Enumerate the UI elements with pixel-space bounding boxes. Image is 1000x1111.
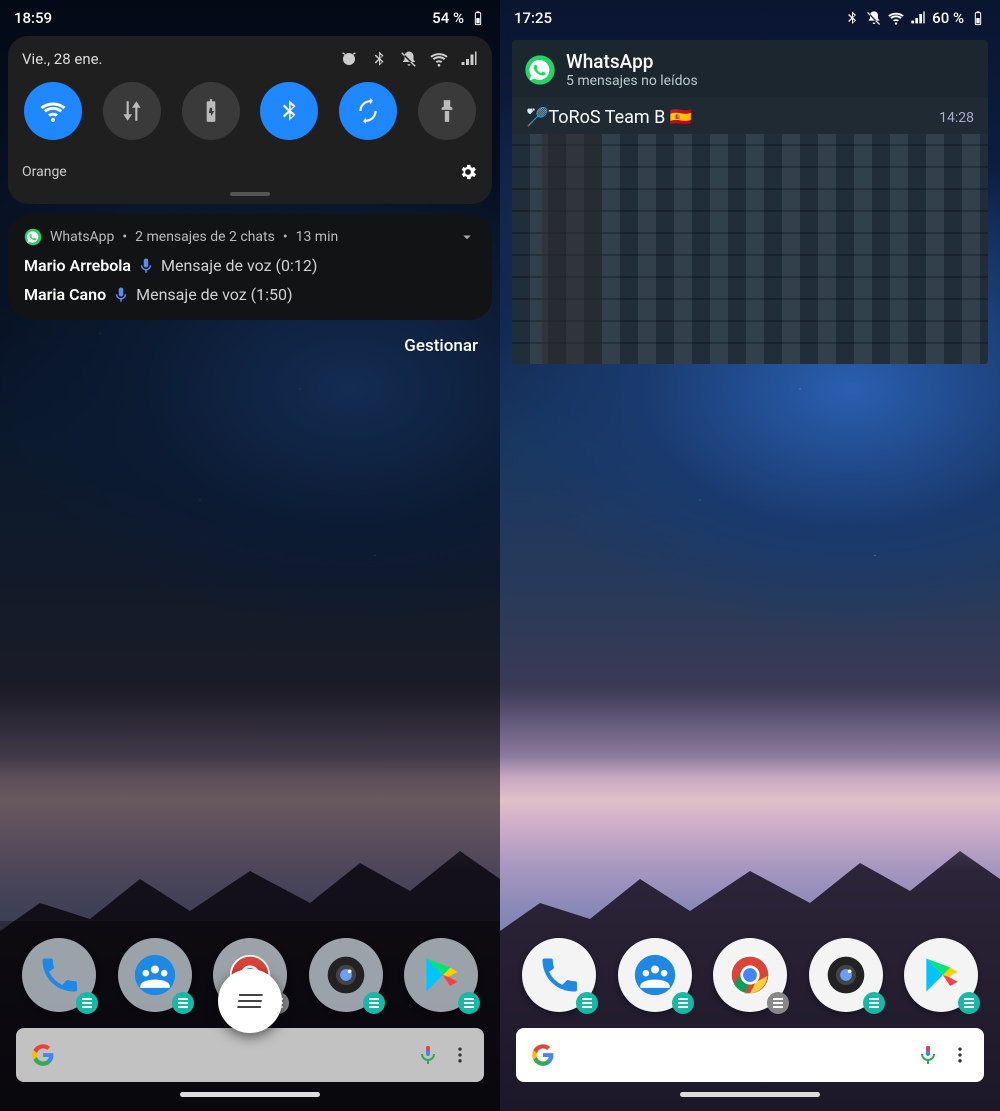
qs-tile-data[interactable] [103,82,161,140]
notif-summary: 2 mensajes de 2 chats [135,229,275,245]
work-badge-icon [76,992,98,1014]
work-badge-icon [363,992,385,1014]
status-battery-text: 54 % [432,9,464,27]
bluetooth-status-icon [844,10,860,26]
notif-line-2: Maria Cano Mensaje de voz (1:50) [24,285,476,304]
notification-clear-button[interactable] [218,969,282,1033]
voice-search-icon[interactable] [916,1043,940,1067]
bluetooth-status-icon [370,50,388,68]
dnd-icon [866,10,882,26]
status-battery-text: 60 % [932,9,964,27]
qs-tile-wifi[interactable] [24,82,82,140]
work-badge-icon [172,992,194,1014]
alarm-icon [340,50,358,68]
carrier-label: Orange [22,164,67,180]
search-bar[interactable] [16,1028,484,1082]
manage-button[interactable]: Gestionar [0,320,500,356]
battery-icon [470,10,486,26]
work-badge-icon [576,992,598,1014]
app-camera[interactable] [309,938,383,1012]
settings-icon[interactable] [458,162,478,182]
app-chrome[interactable] [713,938,787,1012]
battery-icon [970,10,986,26]
app-play-store[interactable] [404,938,478,1012]
notification-whatsapp-expanded[interactable]: WhatsApp 5 mensajes no leídos 🏸ToRoS Tea… [512,40,988,364]
voice-search-icon[interactable] [416,1043,440,1067]
quick-settings-panel[interactable]: Vie., 28 ene. Orange [8,36,492,204]
signal-icon [460,50,478,68]
nav-gesture-pill[interactable] [680,1092,820,1097]
redacted-content [512,134,988,364]
app-play-store[interactable] [904,938,978,1012]
app-contacts[interactable] [118,938,192,1012]
phone-right: 17:25 60 % WhatsApp 5 mensajes no leídos… [500,0,1000,1111]
dock [500,921,1000,1111]
voice-message-icon [112,286,130,304]
message-body: Mensaje de voz (1:50) [136,285,292,304]
app-contacts[interactable] [618,938,692,1012]
work-badge-icon [863,992,885,1014]
work-badge-icon [672,992,694,1014]
status-time: 18:59 [14,9,52,27]
app-phone[interactable] [522,938,596,1012]
sender-name: Maria Cano [24,285,106,304]
work-badge-icon [458,992,480,1014]
nav-gesture-pill[interactable] [180,1092,320,1097]
app-camera[interactable] [809,938,883,1012]
qs-tile-auto-rotate[interactable] [339,82,397,140]
status-bar: 17:25 60 % [500,0,1000,36]
app-phone[interactable] [22,938,96,1012]
signal-icon [910,10,926,26]
notif-age: 13 min [296,229,339,245]
wifi-status-icon [888,10,904,26]
notif-app-name: WhatsApp [566,50,698,73]
qs-date: Vie., 28 ene. [22,50,103,68]
qs-tile-flashlight[interactable] [418,82,476,140]
notification-whatsapp[interactable]: WhatsApp • 2 mensajes de 2 chats • 13 mi… [8,214,492,320]
whatsapp-icon [24,228,42,246]
expand-icon[interactable] [458,228,476,246]
voice-message-icon [137,257,155,275]
qs-tile-bluetooth[interactable] [260,82,318,140]
phone-left: 18:59 54 % Vie., 28 ene. Orange [0,0,500,1111]
message-body: Mensaje de voz (0:12) [161,256,317,275]
more-icon[interactable] [450,1045,470,1065]
notif-line-1: Mario Arrebola Mensaje de voz (0:12) [24,256,476,275]
more-icon[interactable] [950,1045,970,1065]
qs-drag-handle[interactable] [230,192,270,196]
wifi-status-icon [430,50,448,68]
google-icon [530,1042,556,1068]
chat-time: 14:28 [939,110,974,126]
notif-subtitle: 5 mensajes no leídos [566,73,698,89]
work-badge-icon [767,992,789,1014]
status-time: 17:25 [514,9,552,27]
chat-name: 🏸ToRoS Team B 🇪🇸 [526,107,692,128]
dnd-icon [400,50,418,68]
notif-app-name: WhatsApp [50,229,114,245]
status-bar: 18:59 54 % [0,0,500,36]
google-icon [30,1042,56,1068]
qs-tile-battery-saver[interactable] [182,82,240,140]
work-badge-icon [958,992,980,1014]
sender-name: Mario Arrebola [24,256,131,275]
whatsapp-icon [524,54,556,86]
search-bar[interactable] [516,1028,984,1082]
